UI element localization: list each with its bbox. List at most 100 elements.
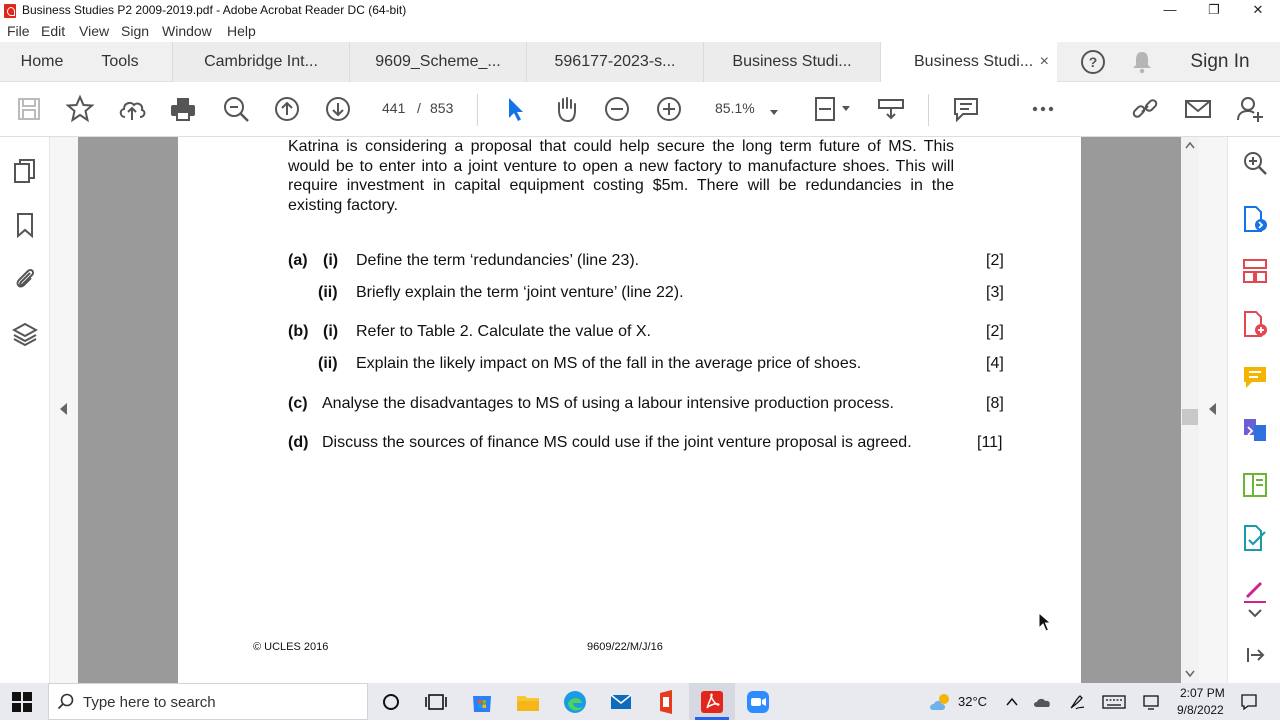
close-window-button[interactable]: ✕ — [1236, 0, 1280, 21]
office-icon[interactable] — [652, 688, 680, 716]
bell-icon[interactable] — [1130, 50, 1154, 74]
next-page-icon[interactable] — [323, 94, 353, 124]
share-link-icon[interactable] — [1130, 94, 1160, 124]
bookmark-star-icon[interactable] — [65, 94, 95, 124]
notification-center-icon[interactable] — [1240, 693, 1258, 711]
weather-icon[interactable] — [929, 691, 953, 713]
right-panel-toggle[interactable] — [1199, 137, 1227, 683]
restore-button[interactable]: ❐ — [1192, 0, 1236, 21]
temperature-label[interactable]: 32°C — [958, 694, 987, 709]
toolbar-divider — [928, 94, 929, 126]
document-tab-active[interactable]: Business Studi... × — [880, 42, 1057, 83]
taskbar-search-box[interactable]: Type here to search — [48, 683, 368, 720]
organize-pages-icon[interactable] — [1241, 257, 1269, 285]
mail-icon[interactable] — [607, 688, 635, 716]
attachment-icon[interactable] — [12, 265, 38, 291]
right-tools-panel — [1227, 137, 1280, 683]
zoom-level-select[interactable]: 85.1% — [715, 100, 755, 116]
document-tab-label: Business Studi... — [732, 53, 852, 70]
windows-start-icon[interactable] — [12, 692, 32, 712]
menu-window[interactable]: Window — [162, 23, 212, 39]
onedrive-cloud-icon[interactable] — [1033, 693, 1053, 711]
microsoft-store-icon[interactable] — [468, 688, 496, 716]
collapse-right-icon[interactable] — [1208, 402, 1218, 416]
combine-files-icon[interactable] — [1241, 416, 1269, 444]
pen-ink-icon[interactable] — [1068, 693, 1086, 711]
document-tab[interactable]: 9609_Scheme_... — [349, 42, 526, 82]
document-tab-label: 596177-2023-s... — [554, 53, 676, 70]
hand-tool-icon[interactable] — [551, 94, 581, 124]
vertical-scrollbar[interactable] — [1181, 137, 1199, 683]
edge-browser-icon[interactable] — [561, 688, 589, 716]
question-marks: [4] — [986, 355, 1004, 372]
left-panel-toggle[interactable] — [50, 137, 78, 683]
collapse-left-icon[interactable] — [59, 402, 69, 416]
send-for-signature-icon[interactable] — [1241, 524, 1269, 552]
collapse-panel-icon[interactable] — [1241, 641, 1269, 669]
help-icon[interactable]: ? — [1080, 49, 1106, 75]
email-icon[interactable] — [1183, 94, 1213, 124]
menu-file[interactable]: File — [7, 23, 30, 39]
menu-help[interactable]: Help — [227, 23, 256, 39]
document-tab[interactable]: Business Studi... — [703, 42, 880, 82]
more-options-icon[interactable] — [1028, 94, 1058, 124]
expand-tools-icon[interactable] — [1241, 599, 1269, 627]
network-icon[interactable] — [1142, 694, 1160, 710]
zoom-app-icon[interactable] — [744, 688, 772, 716]
menu-view[interactable]: View — [79, 23, 109, 39]
add-user-icon[interactable] — [1235, 94, 1265, 124]
previous-page-icon[interactable] — [272, 94, 302, 124]
zoom-in-icon[interactable] — [654, 94, 684, 124]
mouse-cursor-icon — [1038, 612, 1052, 632]
task-view-icon[interactable] — [421, 688, 449, 716]
tab-tools[interactable]: Tools — [84, 42, 156, 82]
svg-text:?: ? — [1089, 54, 1098, 70]
zoom-dropdown-icon[interactable] — [769, 104, 779, 115]
menu-bar: File Edit View Sign Window Help — [0, 21, 1280, 42]
scroll-down-icon[interactable] — [1185, 670, 1195, 678]
menu-edit[interactable]: Edit — [41, 23, 65, 39]
page-thumbnails-icon[interactable] — [12, 158, 38, 184]
clock-date[interactable]: 9/8/2022 — [1177, 703, 1224, 717]
current-page-input[interactable]: 441 — [382, 100, 405, 116]
select-cursor-icon[interactable] — [500, 94, 530, 124]
save-icon[interactable] — [14, 94, 44, 124]
tab-home[interactable]: Home — [0, 42, 84, 82]
close-tab-icon[interactable]: × — [1040, 42, 1049, 82]
edit-pdf-icon[interactable] — [1241, 471, 1269, 499]
comment-tool-icon[interactable] — [1241, 363, 1269, 391]
scrollbar-thumb[interactable] — [1182, 409, 1198, 425]
sign-in-button[interactable]: Sign In — [1176, 42, 1264, 82]
zoom-out-icon[interactable] — [602, 94, 632, 124]
scroll-up-icon[interactable] — [1185, 141, 1195, 149]
document-tab[interactable]: Cambridge Int... — [172, 42, 349, 82]
left-navigation-panel — [0, 137, 50, 683]
keyboard-icon[interactable] — [1102, 694, 1126, 710]
show-hidden-icons-chevron-icon[interactable] — [1004, 694, 1020, 710]
create-pdf-icon[interactable] — [1241, 310, 1269, 338]
menu-sign[interactable]: Sign — [121, 23, 149, 39]
minimize-button[interactable]: — — [1148, 0, 1192, 21]
layers-icon[interactable] — [11, 321, 39, 347]
upload-cloud-icon[interactable] — [117, 94, 147, 124]
print-icon[interactable] — [168, 94, 198, 124]
paper-code-footer: 9609/22/M/J/16 — [587, 641, 663, 653]
file-explorer-icon[interactable] — [514, 688, 542, 716]
clock-time[interactable]: 2:07 PM — [1180, 686, 1225, 700]
zoom-tool-icon[interactable] — [1241, 149, 1269, 177]
zoom-search-icon[interactable] — [221, 94, 251, 124]
document-view[interactable]: Katrina is considering a proposal that c… — [78, 137, 1181, 683]
fit-page-icon[interactable] — [812, 94, 852, 124]
comment-icon[interactable] — [951, 94, 981, 124]
bookmark-icon[interactable] — [12, 212, 38, 239]
window-title: Business Studies P2 2009-2019.pdf - Adob… — [22, 3, 407, 17]
question-marks: [2] — [986, 323, 1004, 340]
export-pdf-icon[interactable] — [1241, 205, 1269, 233]
search-icon — [57, 693, 74, 710]
question-sub-label: (ii) — [318, 355, 338, 372]
document-tab[interactable]: 596177-2023-s... — [526, 42, 703, 82]
scroll-mode-icon[interactable] — [876, 94, 906, 124]
cortana-icon[interactable] — [377, 688, 405, 716]
question-sub-label: (i) — [323, 252, 339, 269]
acrobat-taskbar-button[interactable] — [689, 683, 735, 720]
